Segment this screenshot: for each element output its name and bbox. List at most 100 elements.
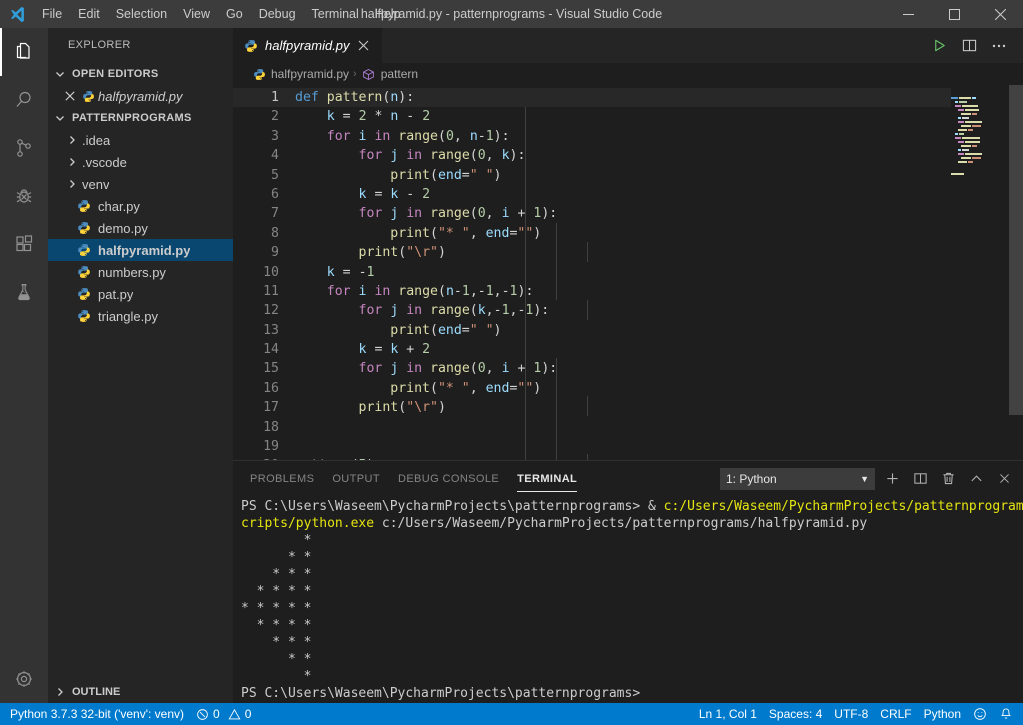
minimap-line — [951, 113, 1009, 116]
breadcrumb-file[interactable]: halfpyramid.py — [251, 66, 349, 82]
line-number: 4 — [233, 146, 279, 165]
code-scroll-region[interactable]: 1def pattern(n):2 k = 2 * n - 23 for i i… — [233, 85, 1023, 460]
activity-search[interactable] — [0, 76, 48, 124]
code-line-3[interactable]: 3 for i in range(0, n-1): — [233, 127, 1023, 146]
menu-item-edit[interactable]: Edit — [70, 0, 108, 28]
menu-item-view[interactable]: View — [175, 0, 218, 28]
code-line-14[interactable]: 14 k = k + 2 — [233, 340, 1023, 359]
status-eol[interactable]: CRLF — [874, 703, 917, 725]
section-patternprograms[interactable]: PATTERNPROGRAMS — [48, 107, 233, 129]
indent-guide — [587, 454, 588, 460]
run-python-file-button[interactable] — [925, 32, 953, 60]
code-line-1[interactable]: 1def pattern(n): — [233, 88, 1023, 107]
open-editor-halfpyramid[interactable]: halfpyramid.py — [48, 85, 233, 107]
tab-terminal[interactable]: TERMINAL — [508, 461, 586, 496]
terminal-output[interactable]: PS C:\Users\Waseem\PycharmProjects\patte… — [233, 496, 1023, 703]
minimap-line — [951, 133, 1009, 136]
section-open-editors[interactable]: OPEN EDITORS — [48, 63, 233, 85]
code-line-11[interactable]: 11 for i in range(n-1,-1,-1): — [233, 282, 1023, 301]
code-line-8[interactable]: 8 print("* ", end="") — [233, 224, 1023, 243]
terminal-segment: c:/Users/Waseem/PycharmProjects/patternp… — [374, 516, 867, 531]
activity-explorer[interactable] — [0, 28, 48, 76]
more-actions-button[interactable] — [985, 32, 1013, 60]
code-content[interactable]: 1def pattern(n):2 k = 2 * n - 23 for i i… — [233, 85, 1023, 460]
code-line-18[interactable]: 18 — [233, 418, 1023, 437]
tree-item-idea[interactable]: .idea — [48, 129, 233, 151]
activity-debug[interactable] — [0, 172, 48, 220]
maximize-panel-button[interactable] — [965, 468, 987, 490]
tab-output[interactable]: OUTPUT — [323, 461, 389, 496]
tab-halfpyramid-py[interactable]: halfpyramid.py — [233, 28, 383, 63]
tree-item-venv[interactable]: venv — [48, 173, 233, 195]
menu-item-selection[interactable]: Selection — [108, 0, 175, 28]
code-line-10[interactable]: 10 k = -1 — [233, 263, 1023, 282]
close-panel-button[interactable] — [993, 468, 1015, 490]
status-encoding[interactable]: UTF-8 — [828, 703, 874, 725]
tab-problems[interactable]: PROBLEMS — [241, 461, 323, 496]
status-indentation[interactable]: Spaces: 4 — [763, 703, 828, 725]
code-line-13[interactable]: 13 print(end=" ") — [233, 321, 1023, 340]
editor-area: halfpyramid.py — [233, 28, 1023, 703]
close-button[interactable] — [977, 0, 1023, 28]
activity-settings[interactable] — [0, 655, 48, 703]
code-line-15[interactable]: 15 for j in range(0, i + 1): — [233, 359, 1023, 378]
code-line-5[interactable]: 5 print(end=" ") — [233, 166, 1023, 185]
editor-vertical-scrollbar[interactable] — [1009, 85, 1023, 460]
terminal-selector-dropdown[interactable]: 1: Python ▼ — [720, 468, 875, 490]
menu-item-debug[interactable]: Debug — [251, 0, 304, 28]
menu-item-help[interactable]: Help — [367, 0, 409, 28]
tab-close-icon[interactable] — [356, 38, 372, 54]
code-line-16[interactable]: 16 print("* ", end="") — [233, 379, 1023, 398]
status-notifications[interactable] — [993, 703, 1019, 725]
indent-guide — [525, 107, 526, 460]
code-line-9[interactable]: 9 print("\r") — [233, 243, 1023, 262]
maximize-button[interactable] — [931, 0, 977, 28]
tree-item-triangle-py[interactable]: triangle.py — [48, 305, 233, 327]
tab-debug-console[interactable]: DEBUG CONSOLE — [389, 461, 508, 496]
terminal-line: * * — [241, 550, 311, 565]
play-icon — [932, 38, 947, 53]
new-terminal-button[interactable] — [881, 468, 903, 490]
terminal-line: * — [241, 669, 311, 684]
code-editor[interactable]: 1def pattern(n):2 k = 2 * n - 23 for i i… — [233, 85, 1023, 460]
activity-source-control[interactable] — [0, 124, 48, 172]
activity-testing[interactable] — [0, 268, 48, 316]
code-line-2[interactable]: 2 k = 2 * n - 2 — [233, 107, 1023, 126]
code-line-19[interactable]: 19 — [233, 437, 1023, 456]
status-cursor-position[interactable]: Ln 1, Col 1 — [693, 703, 763, 725]
chevron-down-icon — [52, 66, 68, 82]
code-line-7[interactable]: 7 for j in range(0, i + 1): — [233, 204, 1023, 223]
status-python-interpreter[interactable]: Python 3.7.3 32-bit ('venv': venv) — [4, 703, 190, 725]
split-terminal-button[interactable] — [909, 468, 931, 490]
menu-item-terminal[interactable]: Terminal — [304, 0, 367, 28]
split-editor-button[interactable] — [955, 32, 983, 60]
tree-item-pat-py[interactable]: pat.py — [48, 283, 233, 305]
breadcrumb-symbol[interactable]: pattern — [361, 66, 418, 82]
tree-item-label: demo.py — [98, 221, 148, 236]
code-line-4[interactable]: 4 for j in range(0, k): — [233, 146, 1023, 165]
editor-scrollbar-thumb[interactable] — [1009, 85, 1023, 415]
tree-item-demo-py[interactable]: demo.py — [48, 217, 233, 239]
status-feedback[interactable] — [967, 703, 993, 725]
python-file-icon — [243, 38, 259, 54]
code-line-6[interactable]: 6 k = k - 2 — [233, 185, 1023, 204]
status-bar-right: Ln 1, Col 1 Spaces: 4 UTF-8 CRLF Python — [693, 703, 1019, 725]
status-language-mode[interactable]: Python — [918, 703, 967, 725]
minimap[interactable] — [951, 85, 1009, 460]
tree-item-char-py[interactable]: char.py — [48, 195, 233, 217]
code-line-12[interactable]: 12 for j in range(k,-1,-1): — [233, 301, 1023, 320]
status-errors-warnings[interactable]: 0 0 — [190, 703, 257, 725]
close-icon[interactable] — [62, 88, 78, 104]
menu-item-go[interactable]: Go — [218, 0, 251, 28]
kill-terminal-button[interactable] — [937, 468, 959, 490]
tree-item-halfpyramid-py[interactable]: halfpyramid.py — [48, 239, 233, 261]
menu-item-file[interactable]: File — [34, 0, 70, 28]
code-line-20[interactable]: 20pattern(5) — [233, 456, 1023, 460]
section-outline[interactable]: OUTLINE — [48, 681, 233, 703]
tree-item-vscode[interactable]: .vscode — [48, 151, 233, 173]
code-line-17[interactable]: 17 print("\r") — [233, 398, 1023, 417]
activity-extensions[interactable] — [0, 220, 48, 268]
tree-item-numbers-py[interactable]: numbers.py — [48, 261, 233, 283]
minimize-button[interactable] — [885, 0, 931, 28]
terminal-line: * * * * * — [241, 601, 311, 616]
